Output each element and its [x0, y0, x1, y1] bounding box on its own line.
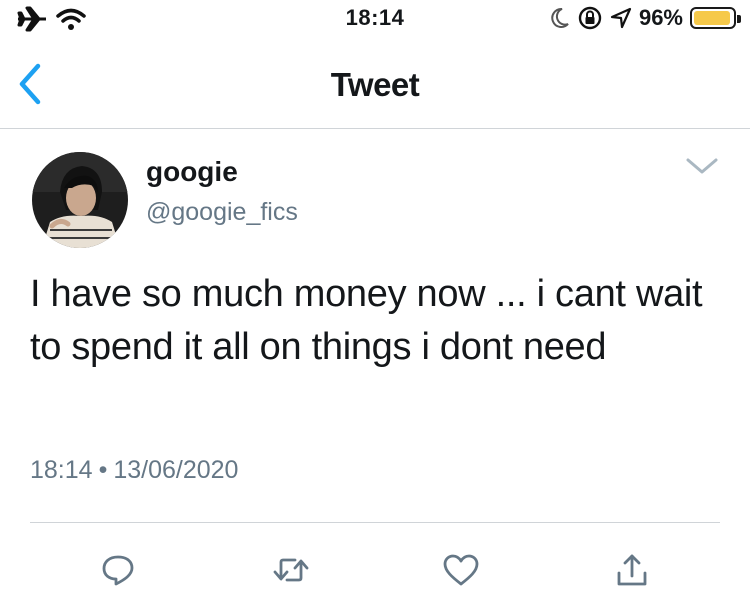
location-icon: [610, 7, 632, 29]
user-handle[interactable]: @googie_fics: [146, 198, 298, 227]
battery-icon: [690, 7, 741, 29]
tweet-date: 13/06/2020: [113, 456, 239, 484]
page-title: Tweet: [330, 66, 420, 103]
battery-percent: 96%: [638, 5, 683, 30]
divider: [30, 522, 720, 523]
orientation-lock-icon: [578, 6, 602, 30]
nav-bar: Tweet: [0, 40, 750, 129]
share-button[interactable]: [607, 545, 657, 595]
display-name[interactable]: googie: [146, 156, 238, 188]
battery-fill: [694, 11, 731, 25]
heart-icon: [443, 554, 479, 586]
avatar[interactable]: [32, 152, 128, 248]
retweet-button[interactable]: [266, 545, 316, 595]
like-button[interactable]: [436, 545, 486, 595]
reply-icon: [102, 555, 134, 586]
tweet-text: I have so much money now ... i cant wait…: [30, 273, 703, 368]
status-right-icons: 96%: [550, 5, 741, 31]
tweet-timestamp[interactable]: 18:14 • 13/06/2020: [30, 456, 238, 485]
tweet-actions: [0, 545, 750, 595]
tweet-options-button[interactable]: [682, 152, 722, 180]
tweet-time: 18:14: [30, 456, 93, 484]
meta-separator: •: [98, 456, 108, 484]
avatar-photo: [32, 152, 128, 248]
reply-button[interactable]: [93, 545, 143, 595]
status-bar: 18:14 96%: [0, 0, 750, 40]
battery-nub: [737, 15, 741, 23]
share-icon: [617, 554, 647, 586]
chevron-down-icon: [686, 158, 718, 174]
retweet-icon: [273, 558, 309, 582]
moon-icon: [551, 7, 569, 28]
